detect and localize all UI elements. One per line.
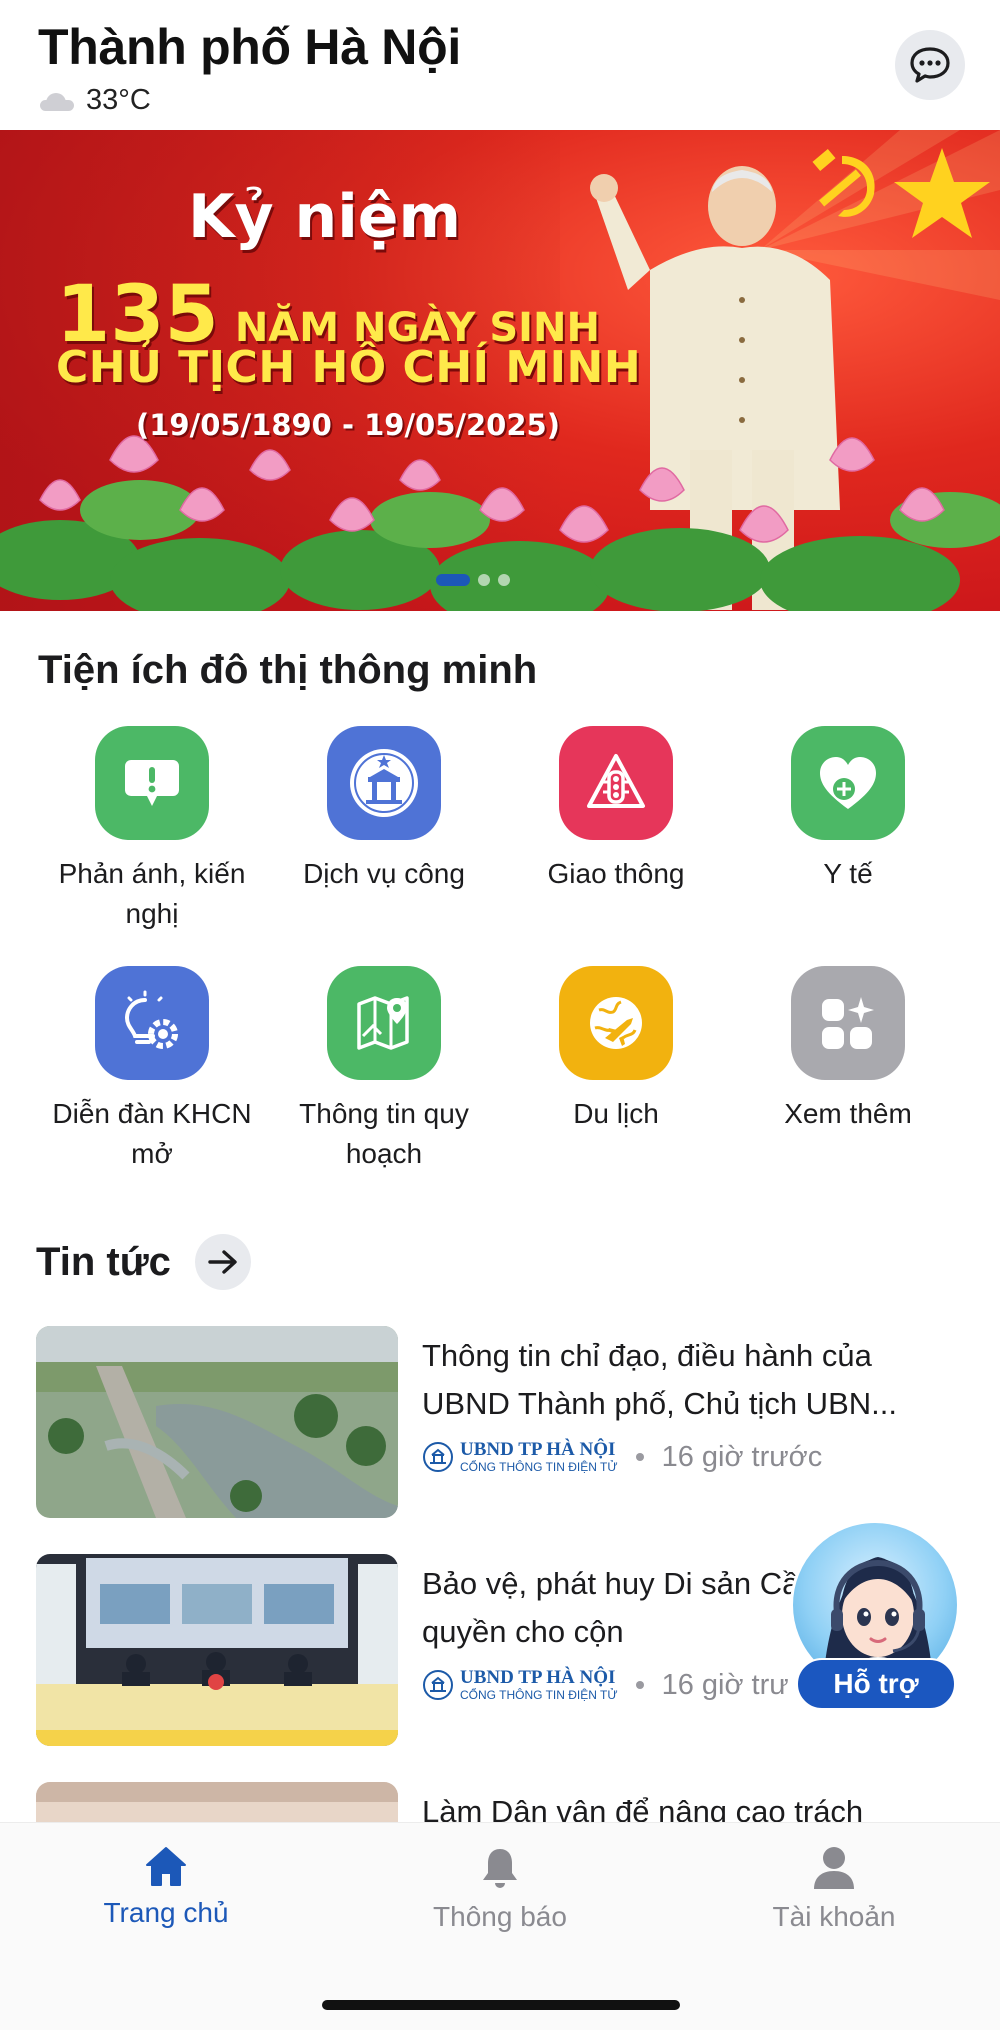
- conference-photo: [36, 1554, 398, 1746]
- news-headline[interactable]: Thông tin chỉ đạo, điều hành của UBND Th…: [422, 1332, 962, 1428]
- utility-more[interactable]: Xem thêm: [732, 966, 964, 1186]
- utilities-title: Tiện ích đô thị thông minh: [38, 648, 538, 692]
- source-name: UBND TP HÀ NỘI: [460, 1667, 616, 1688]
- travel-globe-icon: [559, 966, 673, 1080]
- home-indicator: [322, 2000, 680, 2010]
- carousel-dot[interactable]: [478, 574, 490, 586]
- city-title[interactable]: Thành phố Hà Nội: [38, 18, 461, 76]
- arrow-right-icon: [208, 1250, 237, 1274]
- news-meta: UBND TP HÀ NỘI CỔNG THÔNG TIN ĐIỆN TỬ 16…: [422, 1439, 962, 1474]
- cloud-icon: [40, 91, 76, 111]
- traffic-light-icon: [559, 726, 673, 840]
- utility-traffic[interactable]: Giao thông: [500, 726, 732, 946]
- utility-label: Y tế: [823, 858, 873, 889]
- news-see-all-button[interactable]: [194, 1234, 251, 1290]
- news-header[interactable]: Tin tức: [36, 1234, 251, 1290]
- utilities-grid: Phản ánh, kiến nghị Dịch vụ công Giao th…: [0, 726, 1000, 1186]
- utility-label: Xem thêm: [784, 1098, 912, 1129]
- carousel-dot-active[interactable]: [436, 574, 470, 586]
- map-pin-icon: [327, 966, 441, 1080]
- support-floating-button[interactable]: Hỗ trợ: [782, 1520, 966, 1714]
- news-thumbnail[interactable]: [36, 1554, 398, 1746]
- more-apps-icon: [791, 966, 905, 1080]
- utility-public-service[interactable]: Dịch vụ công: [268, 726, 500, 946]
- utility-label: Thông tin quy hoạch: [299, 1098, 469, 1169]
- hanoi-emblem-icon: [423, 1670, 453, 1701]
- news-time: 16 giờ trước: [661, 1440, 823, 1473]
- home-icon: [146, 1847, 186, 1886]
- source-subtitle: CỔNG THÔNG TIN ĐIỆN TỬ: [460, 1459, 618, 1474]
- nav-label: Thông báo: [433, 1901, 567, 1932]
- news-text: Thông tin chỉ đạo, điều hành của UBND Th…: [422, 1332, 962, 1474]
- utility-planning-info[interactable]: Thông tin quy hoạch: [268, 966, 500, 1186]
- health-heart-icon: [791, 726, 905, 840]
- utility-label: Diễn đàn KHCN mở: [52, 1098, 252, 1169]
- banner-title: Kỷ niệm: [188, 182, 461, 252]
- tab-notifications[interactable]: Thông báo: [390, 1845, 610, 1933]
- news-time: 16 giờ trư: [661, 1668, 789, 1701]
- hanoi-emblem-icon: [423, 1442, 453, 1473]
- user-icon: [814, 1847, 854, 1889]
- utility-feedback[interactable]: Phản ánh, kiến nghị: [36, 726, 268, 946]
- utility-innovation-forum[interactable]: Diễn đàn KHCN mở: [36, 966, 268, 1186]
- news-section-title: Tin tức: [36, 1239, 171, 1284]
- bottom-navigation: Trang chủ Thông báo Tài khoản: [0, 1822, 1000, 2030]
- utility-label: Dịch vụ công: [303, 858, 465, 889]
- hero-banner[interactable]: Kỷ niệm 135 NĂM NGÀY SINH CHỦ TỊCH HỒ CH…: [0, 130, 1000, 611]
- temperature: 33°C: [86, 84, 151, 116]
- weather-widget[interactable]: 33°C: [40, 84, 151, 117]
- feedback-icon: [95, 726, 209, 840]
- news-item[interactable]: Thông tin chỉ đạo, điều hành của UBND Th…: [36, 1326, 966, 1520]
- source-subtitle: CỔNG THÔNG TIN ĐIỆN TỬ: [460, 1687, 618, 1702]
- banner-dates: (19/05/1890 - 19/05/2025): [136, 408, 560, 442]
- news-thumbnail[interactable]: [36, 1326, 398, 1518]
- public-service-icon: [327, 726, 441, 840]
- aerial-river-photo: [36, 1326, 398, 1518]
- bell-icon: [483, 1849, 517, 1888]
- utility-label: Phản ánh, kiến nghị: [58, 858, 246, 929]
- chat-bubble-icon: [910, 47, 950, 83]
- banner-name: CHỦ TỊCH HỒ CHÍ MINH: [56, 342, 642, 393]
- meta-separator: [635, 1453, 644, 1462]
- source-logo: UBND TP HÀ NỘI CỔNG THÔNG TIN ĐIỆN TỬ: [422, 1667, 618, 1702]
- utility-health[interactable]: Y tế: [732, 726, 964, 946]
- utility-travel[interactable]: Du lịch: [500, 966, 732, 1186]
- tab-home[interactable]: Trang chủ: [56, 1845, 276, 1929]
- utility-label: Giao thông: [547, 858, 685, 889]
- source-name: UBND TP HÀ NỘI: [460, 1439, 616, 1460]
- support-button[interactable]: Hỗ trợ: [796, 1658, 956, 1710]
- source-logo: UBND TP HÀ NỘI CỔNG THÔNG TIN ĐIỆN TỬ: [422, 1439, 618, 1474]
- tab-account[interactable]: Tài khoản: [724, 1845, 944, 1933]
- chat-button[interactable]: [895, 30, 965, 100]
- nav-label: Trang chủ: [103, 1897, 229, 1928]
- app-header: Thành phố Hà Nội 33°C: [0, 0, 1000, 130]
- carousel-indicator[interactable]: [436, 574, 510, 586]
- nav-label: Tài khoản: [772, 1901, 896, 1932]
- meta-separator: [635, 1681, 644, 1690]
- utility-label: Du lịch: [573, 1098, 659, 1129]
- carousel-dot[interactable]: [498, 574, 510, 586]
- innovation-bulb-icon: [95, 966, 209, 1080]
